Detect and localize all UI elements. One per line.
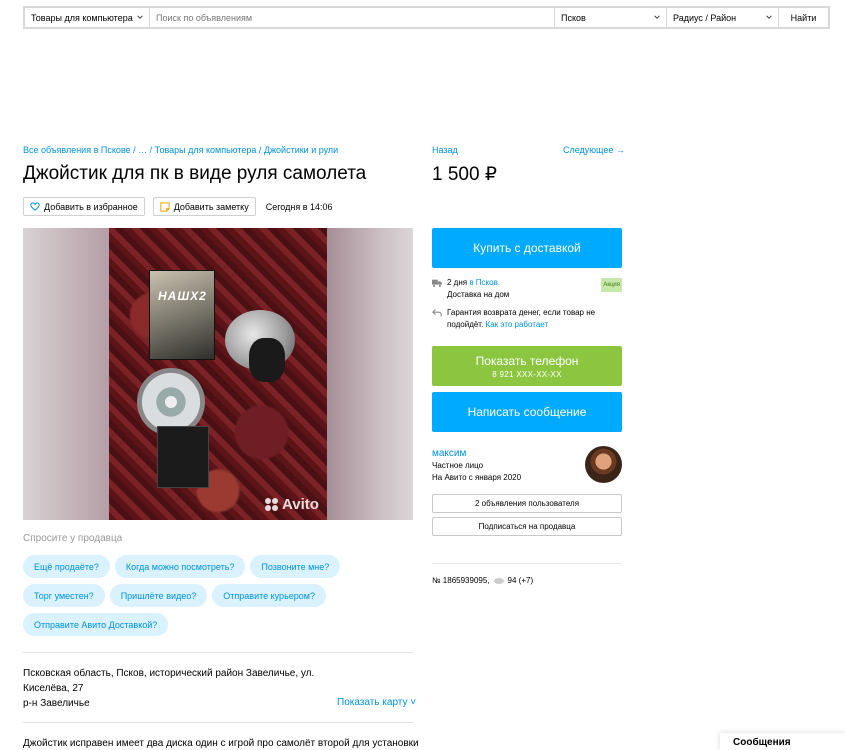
subscribe-seller-button[interactable]: Подписаться на продавца [432,517,622,536]
delivery-text: 2 дня в Псков. Доставка на дом [447,277,509,301]
subscribe-label: Подписаться на продавца [478,522,576,531]
photo-gallery[interactable]: НАШХ2 Avito [23,228,413,520]
next-link[interactable]: Следующее → [563,145,625,155]
delivery-days: 2 дня [447,278,468,287]
divider [432,563,622,564]
show-map-link[interactable]: Показать карту ˅ [337,697,416,708]
breadcrumb-separator: / [258,145,262,155]
ask-seller-title: Спросите у продавца [23,533,123,544]
breadcrumb-all[interactable]: Все объявления в Пскове [23,145,131,155]
note-icon [160,201,170,212]
find-label: Найти [790,12,817,23]
breadcrumb-ellipsis[interactable]: … [138,145,147,155]
avatar[interactable] [585,446,622,483]
listing-actions: Добавить в избранное Добавить заметку Се… [23,197,333,216]
breadcrumb-separator: / [149,145,153,155]
chip-when-view[interactable]: Когда можно посмотреть? [114,555,246,578]
address: Псковская область, Псков, исторический р… [23,666,323,711]
write-message-label: Написать сообщение [467,405,587,419]
description: Джойстик исправен имеет два диска один с… [23,738,419,749]
breadcrumb-separator: / [133,145,136,155]
guarantee-text: Гарантия возврата денег, если товар не п… [447,307,622,331]
buy-label: Купить с доставкой [473,241,581,255]
game-box: НАШХ2 [149,270,215,360]
category-label: Товары для компьютера [31,12,133,23]
joystick-handle [249,338,285,382]
messages-tab[interactable]: Сообщения [720,733,845,750]
gallery-blur-right [327,228,413,520]
search-bar: Товары для компьютера Псков Радиус / Рай… [23,6,830,29]
phone-number: 8 921 XXX-XX-XX [492,369,562,379]
ask-chips: Ещё продаёте? Когда можно посмотреть? По… [23,555,353,637]
delivery-home: Доставка на дом [447,290,510,299]
watermark-text: Avito [282,496,319,513]
write-message-button[interactable]: Написать сообщение [432,392,622,432]
game-box-label: НАШХ2 [158,289,207,303]
city-label: Псков [561,12,586,23]
add-note-button[interactable]: Добавить заметку [152,197,256,216]
return-arrow-icon [432,309,442,317]
divider [23,652,413,653]
chevron-down-icon [137,15,143,19]
show-phone-button[interactable]: Показать телефон 8 921 XXX-XX-XX [432,346,622,386]
listing-id: № 1865939095, [432,576,490,585]
chip-courier[interactable]: Отправите курьером? [212,584,326,607]
guarantee-row: Гарантия возврата денег, если товар не п… [432,307,622,331]
seller-ads-button[interactable]: 2 объявления пользователя [432,494,622,513]
add-note-label: Добавить заметку [173,201,249,212]
address-district: р-н Завеличье [23,698,90,709]
chip-call-me[interactable]: Позвоните мне? [250,555,341,578]
breadcrumb-subcategory[interactable]: Джойстики и рули [264,145,338,155]
how-it-works-link[interactable]: Как это работает [486,320,549,329]
chip-bargain[interactable]: Торг уместен? [23,584,105,607]
add-favorite-button[interactable]: Добавить в избранное [23,197,145,216]
delivery-info: 2 дня в Псков. Доставка на дом Акция Гар… [432,277,622,337]
address-line: Псковская область, Псков, исторический р… [23,668,315,679]
view-count: 94 (+7) [507,576,534,585]
chevron-down-icon [766,15,772,19]
search-input[interactable] [150,12,554,23]
seller-ads-label: 2 объявления пользователя [474,499,580,508]
driver-disc [157,426,209,488]
listing-date: Сегодня в 14:06 [265,201,333,212]
add-favorite-label: Добавить в избранное [44,201,138,212]
delivery-city-link[interactable]: в Псков. [469,278,500,287]
chevron-down-icon [654,15,660,19]
price: 1 500 ₽ [432,164,497,185]
chip-avito-delivery[interactable]: Отправите Авито Доставкой? [23,613,169,636]
back-link[interactable]: Назад [432,145,458,155]
eye-icon [493,577,504,584]
heart-icon [30,202,40,211]
address-line: Киселёва, 27 [23,683,84,694]
find-button[interactable]: Найти [779,8,828,27]
listing-stats: № 1865939095, 94 (+7) [432,576,533,585]
radius-select[interactable]: Радиус / Район [667,8,779,27]
breadcrumb-category[interactable]: Товары для компьютера [155,145,257,155]
category-select[interactable]: Товары для компьютера [25,8,150,27]
buy-with-delivery-button[interactable]: Купить с доставкой [432,228,622,268]
city-select[interactable]: Псков [555,8,667,27]
delivery-row: 2 дня в Псков. Доставка на дом Акция [432,277,622,301]
chip-still-selling[interactable]: Ещё продаёте? [23,555,110,578]
promo-badge: Акция [601,278,622,292]
show-phone-label: Показать телефон [475,353,579,368]
page-title: Джойстик для пк в виде руля самолета [23,163,367,184]
avito-logo-icon [265,498,279,511]
divider [23,722,413,723]
radius-label: Радиус / Район [673,12,737,23]
gallery-blur-left [23,228,109,520]
breadcrumb: Все объявления в Пскове / … / Товары для… [23,145,338,155]
listing-photo: НАШХ2 [109,228,327,520]
avito-watermark: Avito [265,496,319,513]
search-input-wrap [150,8,555,27]
truck-icon [432,279,442,287]
chip-send-video[interactable]: Пришлёте видео? [109,584,208,607]
